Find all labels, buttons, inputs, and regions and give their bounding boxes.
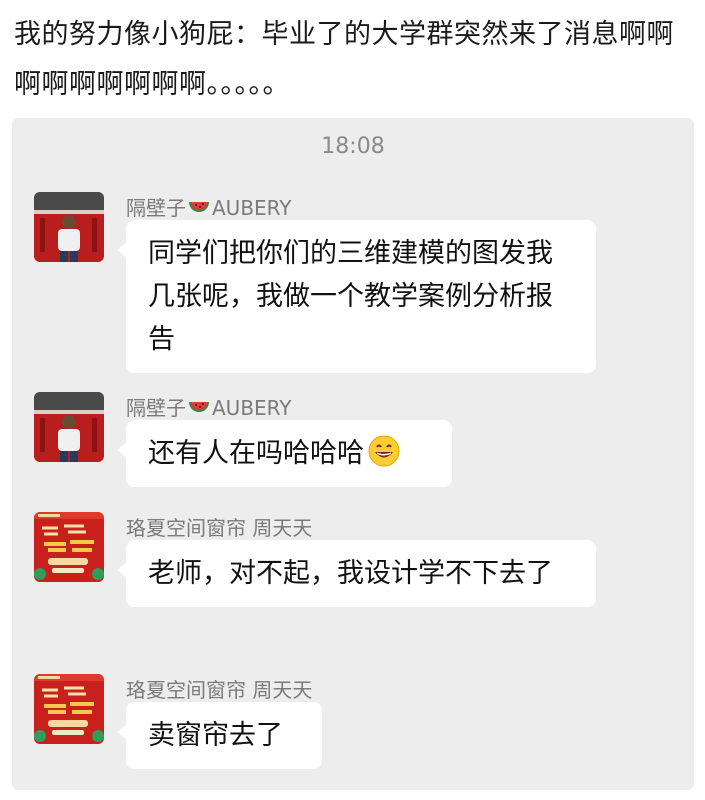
student-avatar[interactable] — [34, 512, 104, 582]
sender-name: 隔壁子 AUBERY — [126, 192, 292, 221]
person-photo-avatar-icon — [34, 392, 104, 462]
curtain-shop-poster-avatar-icon — [34, 512, 104, 582]
watermelon-icon — [188, 197, 210, 213]
sender-name: 珞夏空间窗帘 周天天 — [126, 678, 313, 702]
message-bubble[interactable]: 同学们把你们的三维建模的图发我几张呢，我做一个教学案例分析报告 — [117, 220, 596, 373]
watermelon-icon — [188, 397, 210, 413]
post: 我的努力像小狗屁：毕业了的大学群突然来了消息啊啊啊啊啊啊啊啊啊。。。。。 18:… — [0, 0, 705, 800]
chat-screenshot: 18:08 隔壁子 AUBERY 同学们把你们的三维建模的图发我几张呢，我做一个… — [12, 118, 694, 790]
post-caption: 我的努力像小狗屁：毕业了的大学群突然来了消息啊啊啊啊啊啊啊啊啊。。。。。 — [14, 19, 674, 100]
grinning-face-icon — [368, 435, 400, 467]
message-bubble[interactable]: 还有人在吗哈哈哈 — [117, 420, 452, 487]
sender-name-suffix: AUBERY — [212, 196, 292, 220]
curtain-shop-poster-avatar-icon — [34, 674, 104, 744]
message-bubble[interactable]: 老师，对不起，我设计学不下去了 — [117, 540, 596, 607]
sender-name-prefix: 隔壁子 — [126, 196, 186, 220]
sender-name-suffix: AUBERY — [212, 396, 292, 420]
message-text: 还有人在吗哈哈哈 — [148, 438, 364, 469]
message-bubble[interactable]: 卖窗帘去了 — [117, 702, 322, 769]
teacher-avatar[interactable] — [34, 192, 104, 262]
student-avatar[interactable] — [34, 674, 104, 744]
sender-name: 隔壁子 AUBERY — [126, 392, 292, 421]
person-photo-avatar-icon — [34, 192, 104, 262]
teacher-avatar[interactable] — [34, 392, 104, 462]
sender-name: 珞夏空间窗帘 周天天 — [126, 516, 313, 540]
sender-name-prefix: 隔壁子 — [126, 396, 186, 420]
chat-timestamp: 18:08 — [321, 134, 385, 159]
